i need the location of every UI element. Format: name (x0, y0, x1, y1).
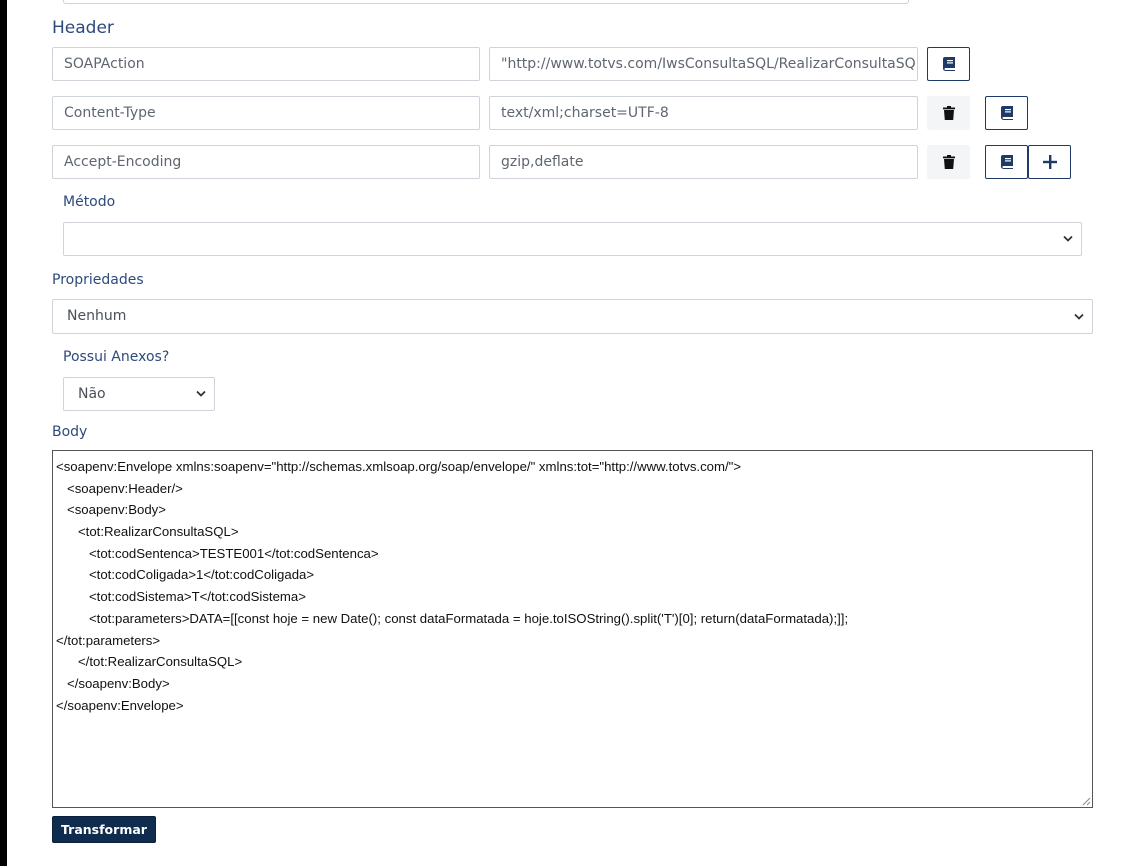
code-line: <soapenv:Header/> (56, 480, 183, 496)
header-value-input[interactable]: text/xml;charset=UTF-8 (489, 96, 918, 130)
chevron-down-icon (1074, 313, 1084, 320)
plus-icon (1042, 155, 1057, 169)
header-key-input[interactable]: Accept-Encoding (52, 145, 480, 179)
code-line: <tot:RealizarConsultaSQL> (56, 524, 239, 540)
book-icon (1000, 155, 1013, 169)
header-key-input[interactable]: Content-Type (52, 96, 480, 130)
code-line: </soapenv:Body> (56, 675, 170, 691)
transform-button[interactable]: Transformar (52, 816, 156, 843)
code-line: </soapenv:Envelope> (56, 697, 184, 713)
propriedades-label: Propriedades (52, 272, 144, 288)
body-label: Body (52, 424, 88, 440)
code-line: <soapenv:Envelope xmlns:soapenv="http://… (56, 459, 742, 474)
header-book-button[interactable] (985, 96, 1028, 130)
header-section-title: Header (52, 18, 114, 38)
metodo-select[interactable] (63, 222, 1082, 256)
header-value-input[interactable]: "http://www.totvs.com/IwsConsultaSQL/Rea… (489, 47, 918, 81)
resize-handle-icon[interactable] (1081, 796, 1091, 806)
anexos-label: Possui Anexos? (63, 349, 170, 365)
code-line: </tot:parameters> (56, 632, 161, 648)
window-edge (0, 0, 7, 866)
code-line: <tot:codSentenca>TESTE001</tot:codSenten… (56, 545, 379, 561)
book-icon (1000, 106, 1013, 120)
propriedades-value: Nenhum (67, 308, 127, 324)
propriedades-select[interactable]: Nenhum (52, 299, 1093, 334)
anexos-value: Não (78, 386, 106, 402)
chevron-down-icon (1063, 235, 1073, 242)
code-line: </tot:RealizarConsultaSQL> (56, 654, 243, 670)
trash-icon (942, 155, 955, 169)
code-line: <tot:codColigada>1</tot:codColigada> (56, 567, 315, 583)
code-line: <tot:parameters>DATA=[[const hoje = new … (56, 610, 849, 626)
anexos-select[interactable]: Não (63, 377, 215, 411)
header-value-input[interactable]: gzip,deflate (489, 145, 918, 179)
body-textarea[interactable]: <soapenv:Envelope xmlns:soapenv="http://… (52, 450, 1093, 808)
code-line: <tot:codSistema>T</tot:codSistema> (56, 589, 306, 605)
header-delete-button[interactable] (927, 145, 970, 179)
header-book-button[interactable] (985, 145, 1028, 179)
chevron-down-icon (196, 390, 206, 397)
code-line: <soapenv:Body> (56, 502, 166, 518)
header-key-input[interactable]: SOAPAction (52, 47, 480, 81)
previous-field[interactable] (63, 0, 909, 4)
header-delete-button[interactable] (927, 96, 970, 130)
book-icon (942, 57, 955, 71)
metodo-label: Método (63, 194, 116, 210)
trash-icon (942, 106, 955, 120)
add-header-button[interactable] (1028, 145, 1071, 179)
header-book-button[interactable] (927, 47, 970, 81)
